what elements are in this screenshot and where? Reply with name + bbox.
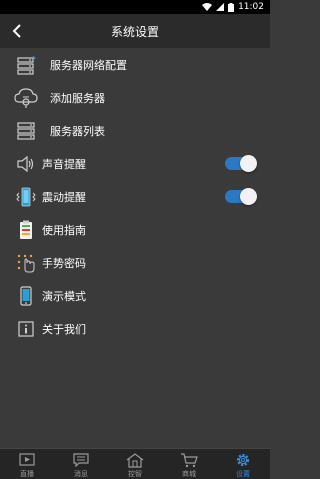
menu-item-label: 使用指南 bbox=[42, 223, 86, 237]
menu-item-label: 手势密码 bbox=[42, 256, 86, 270]
page-title: 系统设置 bbox=[110, 24, 159, 39]
menu-item-label: 演示模式 bbox=[42, 289, 86, 303]
menu-item-label: 服务器列表 bbox=[50, 124, 105, 138]
guide-icon bbox=[14, 219, 38, 241]
menu-item-gesture-password[interactable]: 手势密码 bbox=[0, 246, 270, 279]
nav-label: 消息 bbox=[74, 470, 88, 478]
battery-icon bbox=[228, 2, 235, 12]
nav-item-messages[interactable]: 消息 bbox=[54, 449, 108, 479]
menu-item-user-guide[interactable]: 使用指南 bbox=[0, 213, 270, 246]
nav-item-live[interactable]: 直播 bbox=[0, 449, 54, 479]
bottom-nav: 直播 消息 控智 商城 设置 bbox=[0, 448, 270, 479]
menu-item-server-list[interactable]: 服务器列表 bbox=[0, 114, 270, 147]
nav-item-control[interactable]: 控智 bbox=[108, 449, 162, 479]
nav-label: 设置 bbox=[236, 470, 250, 478]
menu-item-label: 震动提醒 bbox=[42, 190, 86, 204]
speaker-icon bbox=[14, 153, 38, 175]
cloud-add-icon bbox=[14, 87, 38, 109]
chevron-left-icon bbox=[12, 24, 21, 38]
gesture-icon bbox=[14, 252, 38, 274]
wifi-icon bbox=[202, 3, 213, 11]
menu-item-label: 关于我们 bbox=[42, 322, 86, 336]
menu-item-label: 添加服务器 bbox=[50, 91, 105, 105]
home-icon bbox=[126, 452, 144, 468]
cart-icon bbox=[180, 452, 198, 468]
menu-item-label: 服务器网络配置 bbox=[50, 58, 127, 72]
nav-label: 直播 bbox=[20, 470, 34, 478]
menu-item-label: 声音提醒 bbox=[42, 157, 86, 171]
menu-item-server-network[interactable]: 服务器网络配置 bbox=[0, 48, 270, 81]
sound-alert-toggle[interactable] bbox=[225, 155, 257, 172]
nav-item-store[interactable]: 商城 bbox=[162, 449, 216, 479]
nav-item-settings[interactable]: 设置 bbox=[216, 449, 270, 479]
message-icon bbox=[73, 452, 89, 468]
phone-icon bbox=[14, 285, 38, 307]
menu-item-add-server[interactable]: 添加服务器 bbox=[0, 81, 270, 114]
cellular-icon bbox=[216, 3, 225, 11]
play-icon bbox=[19, 452, 35, 468]
status-time: 11:02 bbox=[238, 2, 264, 12]
vibration-alert-toggle[interactable] bbox=[225, 188, 257, 205]
menu-item-about-us[interactable]: 关于我们 bbox=[0, 312, 270, 345]
menu-item-sound-alert[interactable]: 声音提醒 bbox=[0, 147, 270, 180]
menu-item-demo-mode[interactable]: 演示模式 bbox=[0, 279, 270, 312]
nav-label: 商城 bbox=[182, 470, 196, 478]
nav-label: 控智 bbox=[128, 470, 142, 478]
toggle-knob bbox=[240, 155, 257, 172]
settings-menu: 服务器网络配置 添加服务器 服务器列表 声音提醒 震动提醒 使用指南 手势密码 … bbox=[0, 48, 270, 345]
server-list-icon bbox=[14, 120, 38, 142]
back-button[interactable] bbox=[4, 18, 30, 44]
menu-item-vibration-alert[interactable]: 震动提醒 bbox=[0, 180, 270, 213]
server-network-icon bbox=[14, 54, 38, 76]
gear-icon bbox=[235, 452, 251, 468]
app-header: 系统设置 bbox=[0, 14, 270, 48]
vibrate-phone-icon bbox=[14, 186, 38, 208]
toggle-knob bbox=[240, 188, 257, 205]
info-icon bbox=[14, 318, 38, 340]
status-bar: 11:02 bbox=[0, 0, 270, 14]
